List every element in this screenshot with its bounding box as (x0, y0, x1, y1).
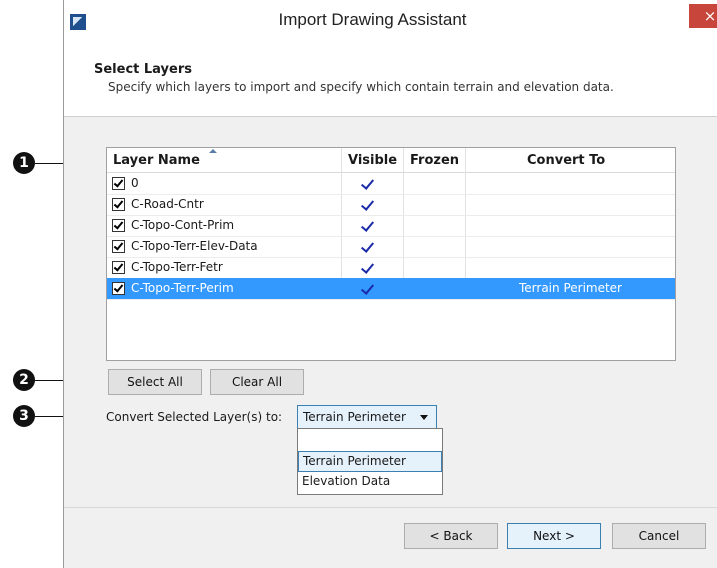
layer-checkbox[interactable] (112, 282, 125, 295)
body-panel: Layer Name Visible Frozen Convert To 0 C… (64, 117, 717, 568)
column-header-convert-to[interactable]: Convert To (527, 148, 605, 172)
callout-1: 1 (13, 152, 35, 174)
dropdown-option-label: Elevation Data (302, 474, 391, 488)
page-description: Specify which layers to import and speci… (108, 80, 614, 94)
callout-3: 3 (13, 405, 35, 427)
table-row[interactable]: C-Topo-Terr-Elev-Data (107, 236, 675, 258)
convert-to-dropdown-list: Terrain Perimeter Elevation Data (297, 428, 443, 495)
visible-check-icon (360, 281, 375, 295)
dropdown-option-elevation-data[interactable]: Elevation Data (298, 472, 442, 491)
select-all-button[interactable]: Select All (108, 369, 202, 395)
convert-to-select[interactable]: Terrain Perimeter (297, 405, 437, 429)
layer-list-header: Layer Name Visible Frozen Convert To (107, 148, 675, 173)
layer-checkbox[interactable] (112, 219, 125, 232)
table-row-selected[interactable]: C-Topo-Terr-Perim Terrain Perimeter (107, 278, 675, 300)
layer-checkbox[interactable] (112, 198, 125, 211)
layer-name: C-Topo-Terr-Elev-Data (131, 239, 258, 253)
layer-checkbox[interactable] (112, 240, 125, 253)
layer-name: 0 (131, 176, 139, 190)
visible-check-icon (360, 239, 375, 253)
column-header-frozen[interactable]: Frozen (410, 148, 459, 172)
footer-divider (64, 507, 717, 508)
visible-check-icon (360, 218, 375, 232)
layer-list[interactable]: Layer Name Visible Frozen Convert To 0 C… (106, 147, 676, 361)
back-button[interactable]: < Back (404, 523, 498, 549)
dropdown-option-label: Terrain Perimeter (303, 454, 406, 468)
dropdown-option-terrain-perimeter[interactable]: Terrain Perimeter (298, 451, 442, 472)
close-button[interactable]: × (689, 4, 717, 28)
layer-checkbox[interactable] (112, 177, 125, 190)
visible-check-icon (360, 197, 375, 211)
visible-check-icon (360, 176, 375, 190)
dropdown-option-blank[interactable] (298, 431, 442, 450)
table-row[interactable]: C-Topo-Terr-Fetr (107, 257, 675, 279)
layer-name: C-Topo-Terr-Perim (131, 281, 234, 295)
visible-check-icon (360, 260, 375, 274)
table-row[interactable]: C-Road-Cntr (107, 194, 675, 216)
import-drawing-assistant-window: Import Drawing Assistant × Select Layers… (63, 0, 717, 568)
table-row[interactable]: C-Topo-Cont-Prim (107, 215, 675, 237)
layer-name: C-Topo-Terr-Fetr (131, 260, 223, 274)
sort-ascending-icon (209, 149, 217, 153)
callout-2: 2 (13, 369, 35, 391)
column-header-visible[interactable]: Visible (348, 148, 397, 172)
layer-name: C-Topo-Cont-Prim (131, 218, 235, 232)
convert-to-cell: Terrain Perimeter (519, 281, 622, 295)
layer-checkbox[interactable] (112, 261, 125, 274)
convert-selected-label: Convert Selected Layer(s) to: (106, 410, 283, 424)
page-title: Select Layers (94, 62, 192, 77)
column-header-layer-name[interactable]: Layer Name (113, 148, 200, 172)
cancel-button[interactable]: Cancel (612, 523, 706, 549)
layer-name: C-Road-Cntr (131, 197, 204, 211)
title-bar: Import Drawing Assistant × (64, 0, 717, 56)
window-title: Import Drawing Assistant (278, 10, 467, 29)
chevron-down-icon (420, 415, 428, 420)
table-row[interactable]: 0 (107, 173, 675, 195)
page-header: Select Layers Specify which layers to im… (64, 56, 717, 117)
convert-to-select-value: Terrain Perimeter (303, 410, 406, 424)
next-button[interactable]: Next > (507, 523, 601, 549)
clear-all-button[interactable]: Clear All (210, 369, 304, 395)
